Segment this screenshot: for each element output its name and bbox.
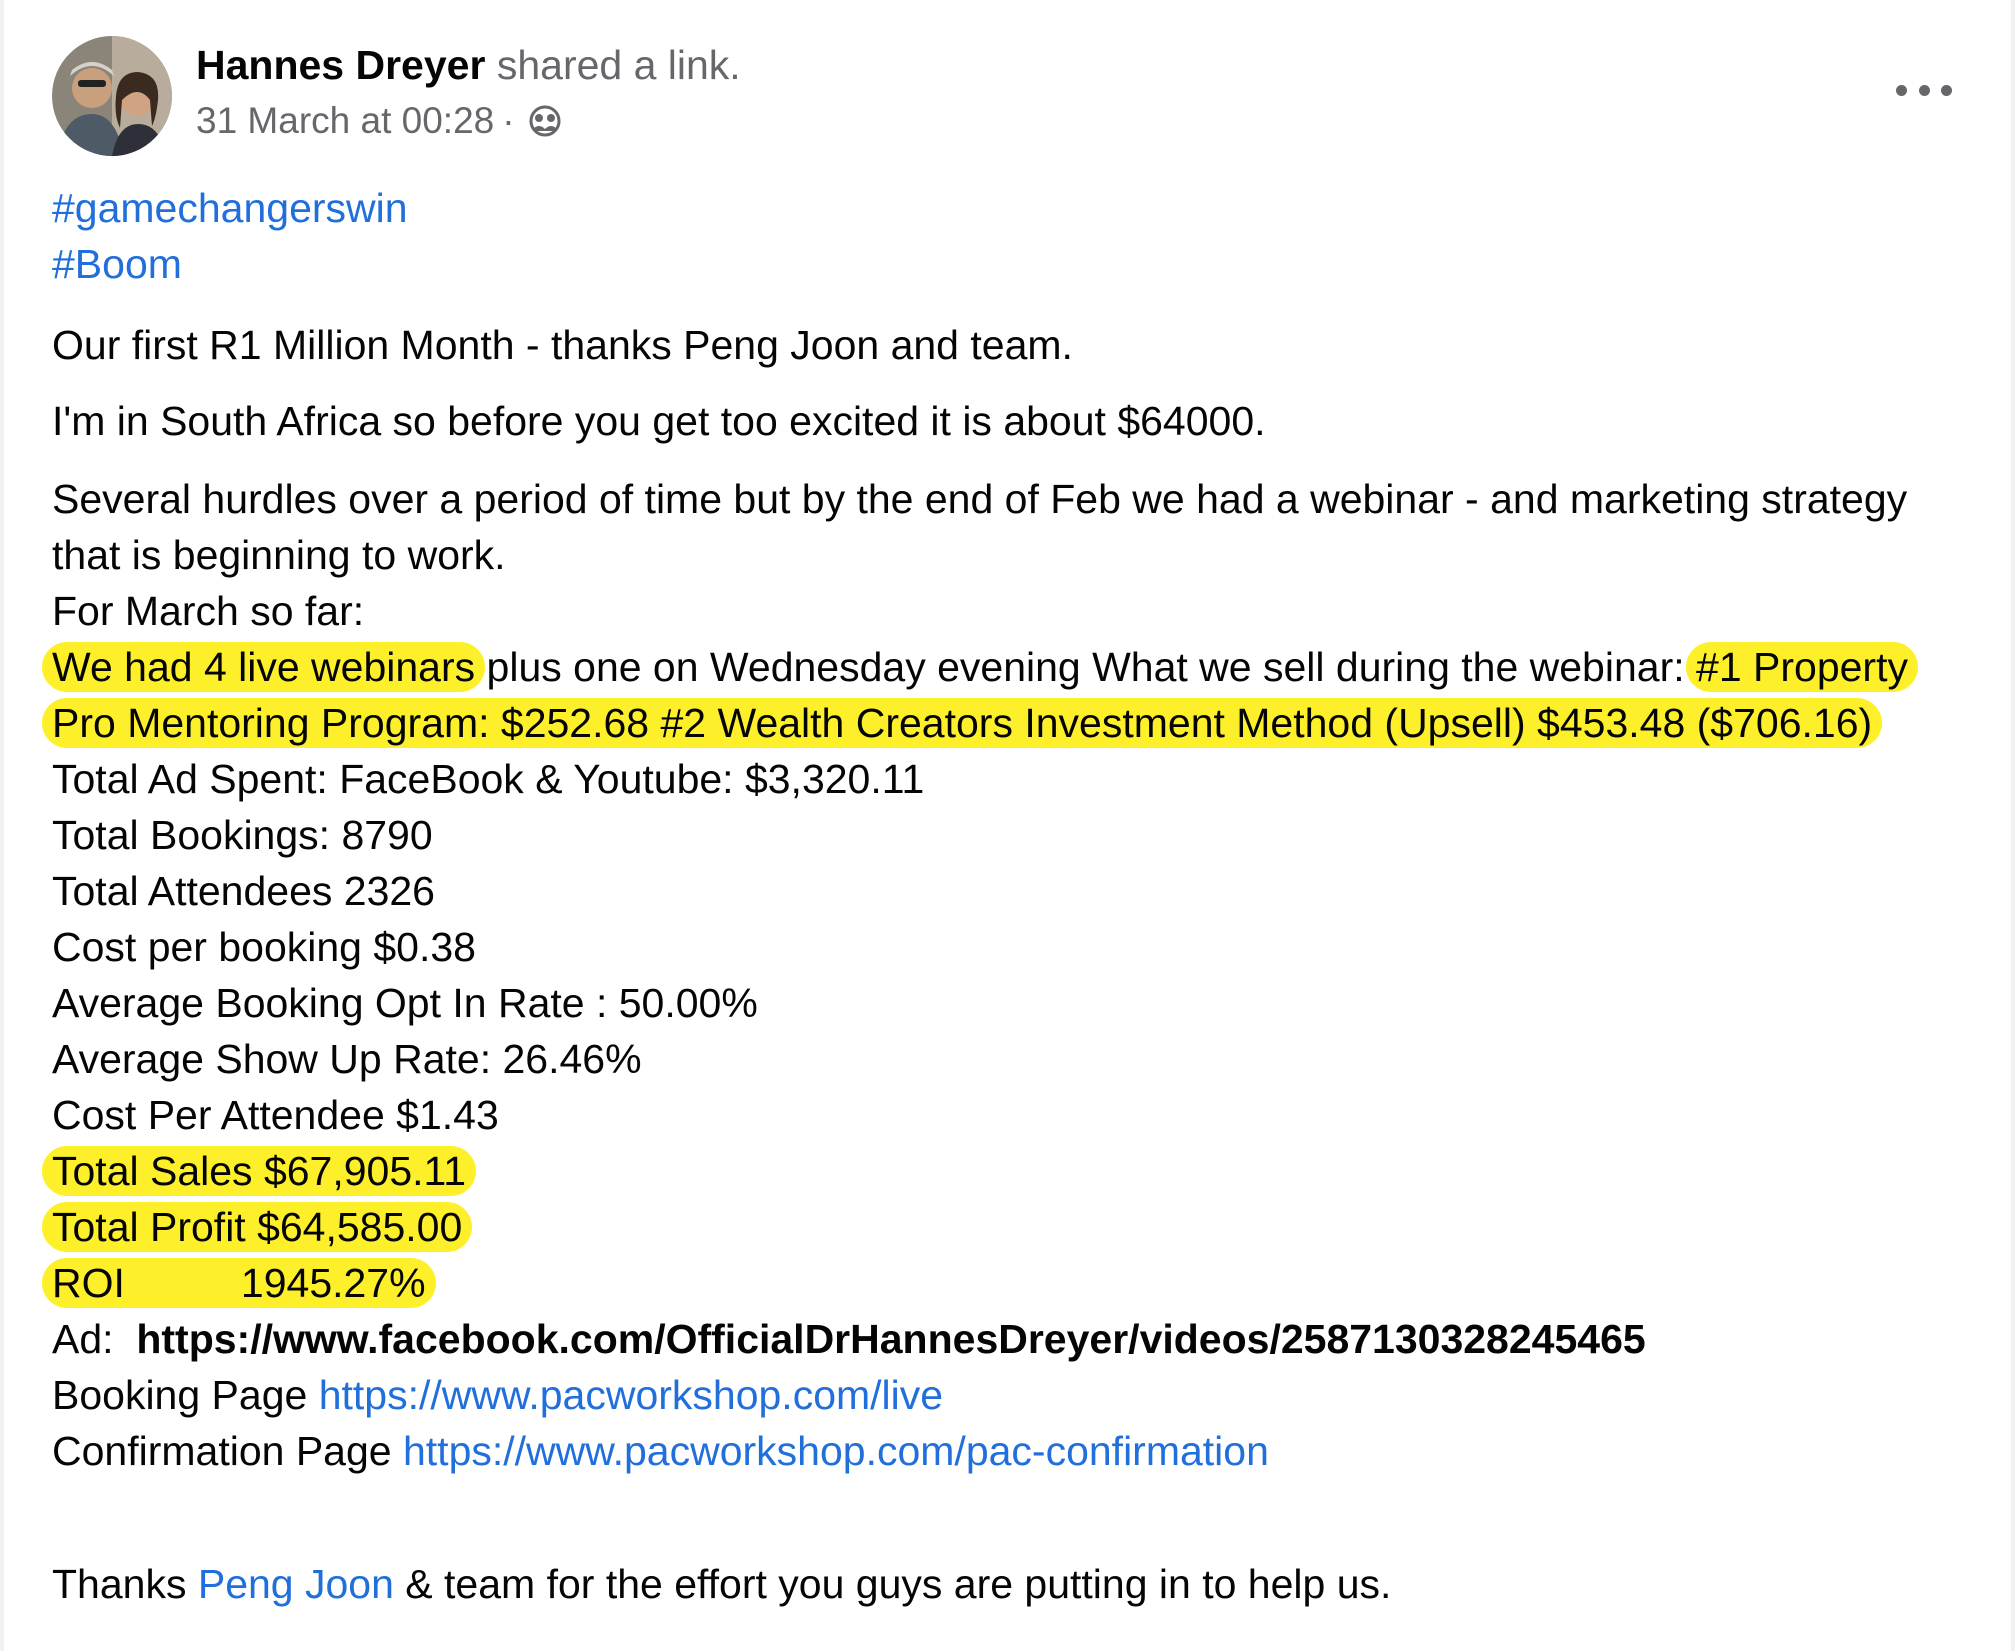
author-action: shared a link.: [496, 42, 741, 88]
stat-roi-row: ROI 1945.27%: [42, 1255, 1982, 1311]
more-options-icon[interactable]: [1896, 70, 1952, 110]
booking-label: Booking Page: [52, 1372, 308, 1418]
highlight-total-profit: Total Profit $64,585.00: [42, 1202, 473, 1252]
post-timestamp[interactable]: 31 March at 00:28: [196, 98, 494, 144]
ad-url[interactable]: https://www.facebook.com/OfficialDrHanne…: [136, 1316, 1645, 1362]
paragraph-details: Several hurdles over a period of time bu…: [42, 471, 1982, 1479]
confirmation-url-link[interactable]: https://www.pacworkshop.com/pac-confirma…: [403, 1428, 1269, 1474]
stat-ad-spent: Total Ad Spent: FaceBook & Youtube: $3,3…: [52, 756, 925, 802]
confirmation-page-row: Confirmation Page https://www.pacworksho…: [52, 1423, 1982, 1479]
stat-total-sales-row: Total Sales $67,905.11: [42, 1143, 1982, 1199]
friends-icon[interactable]: [527, 103, 563, 139]
post-card: Hannes Dreyer shared a link. 31 March at…: [0, 0, 2015, 1651]
meta-separator: ·: [502, 100, 515, 141]
card-left-border: [0, 0, 4, 1651]
stat-show-up-rate: Average Show Up Rate: 26.46%: [52, 1036, 642, 1082]
stat-total-profit-row: Total Profit $64,585.00: [42, 1199, 1982, 1255]
more-dot: [1896, 84, 1907, 96]
webinar-middle-text: plus one on Wednesday evening What we se…: [475, 644, 1697, 690]
roi-label: ROI: [52, 1260, 125, 1306]
stat-cost-per-booking: Cost per booking $0.38: [52, 924, 476, 970]
card-right-border: [2011, 0, 2015, 1651]
post-body: #gamechangerswin #Boom Our first R1 Mill…: [42, 180, 1982, 1607]
roi-value: 1945.27%: [240, 1260, 426, 1306]
paragraph-thanks: Thanks Peng Joon & team for the effort y…: [52, 1556, 1391, 1612]
paragraph-first-million: Our first R1 Million Month - thanks Peng…: [52, 322, 1073, 368]
hashtag-boom[interactable]: #Boom: [52, 236, 1982, 292]
mention-peng-joon[interactable]: Peng Joon: [198, 1561, 394, 1607]
stat-bookings: Total Bookings: 8790: [52, 812, 433, 858]
post-meta: 31 March at 00:28 ·: [196, 98, 563, 144]
post-header: Hannes Dreyer shared a link.: [196, 40, 741, 90]
thanks-before: Thanks: [52, 1561, 198, 1607]
highlight-roi: ROI 1945.27%: [42, 1258, 436, 1308]
hashtag-gamechangerswin[interactable]: #gamechangerswin: [52, 180, 1982, 236]
more-dot: [1918, 84, 1930, 96]
stat-opt-in-rate: Average Booking Opt In Rate : 50.00%: [52, 980, 758, 1026]
booking-page-row: Booking Page https://www.pacworkshop.com…: [52, 1367, 1982, 1423]
webinar-paragraph: We had 4 live webinars plus one on Wedne…: [42, 639, 1982, 751]
ad-link-row: Ad: https://www.facebook.com/OfficialDrH…: [52, 1311, 1982, 1367]
confirmation-label: Confirmation Page: [52, 1428, 392, 1474]
highlight-webinars: We had 4 live webinars: [42, 642, 486, 692]
paragraph-south-africa: I'm in South Africa so before you get to…: [52, 398, 1266, 444]
paragraph-hurdles: Several hurdles over a period of time bu…: [52, 476, 1908, 578]
stat-attendees: Total Attendees 2326: [52, 868, 435, 914]
highlight-total-sales: Total Sales $67,905.11: [42, 1146, 477, 1196]
avatar-photo: [52, 36, 172, 156]
paragraph-march: For March so far:: [52, 588, 365, 634]
thanks-after: & team for the effort you guys are putti…: [393, 1561, 1392, 1607]
author-name[interactable]: Hannes Dreyer: [196, 42, 485, 88]
booking-url-link[interactable]: https://www.pacworkshop.com/live: [319, 1372, 943, 1418]
ad-label: Ad:: [52, 1316, 114, 1362]
author-avatar[interactable]: [52, 36, 172, 156]
stat-cost-per-attendee: Cost Per Attendee $1.43: [52, 1092, 499, 1138]
more-dot: [1941, 84, 1952, 96]
